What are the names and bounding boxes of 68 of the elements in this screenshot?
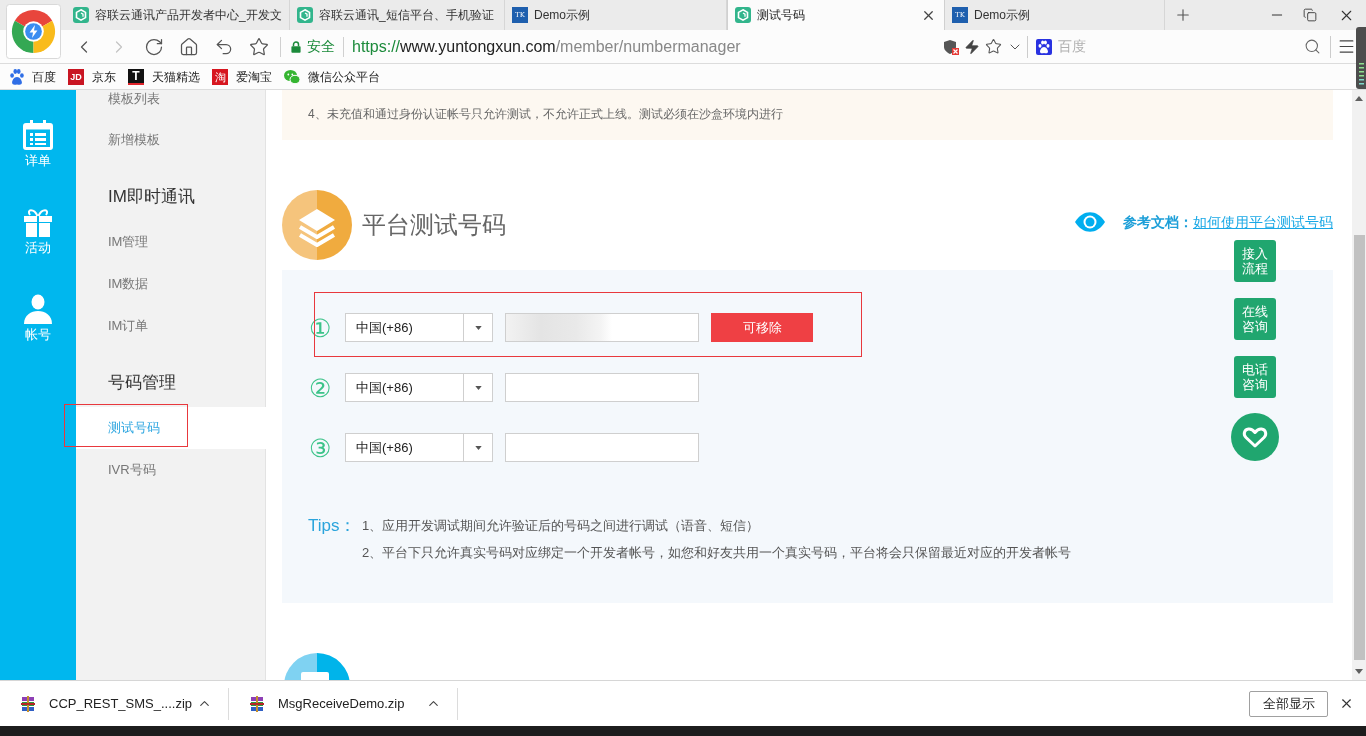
bookmark-link[interactable]: 微信公众平台	[308, 67, 380, 86]
archive-icon	[20, 695, 36, 712]
eye-icon	[1075, 212, 1105, 232]
bookmark-link[interactable]: 爱淘宝	[236, 67, 272, 86]
menu-item[interactable]: 模板列表	[76, 91, 265, 107]
show-all-button[interactable]: 全部显示	[1249, 690, 1328, 717]
scroll-down-icon[interactable]	[1355, 669, 1363, 674]
lock-icon	[291, 40, 301, 53]
close-icon[interactable]	[1339, 696, 1354, 711]
bookmark-link[interactable]: 百度	[32, 67, 56, 86]
menu-heading: 号码管理	[108, 373, 176, 392]
star-icon[interactable]	[985, 38, 1002, 55]
country-select[interactable]: 中国(+86)	[345, 433, 493, 462]
lightning-icon[interactable]	[964, 38, 980, 55]
search-field[interactable]: 百度	[1058, 36, 1304, 57]
hexagon-logo-icon	[735, 7, 751, 23]
file-name[interactable]: MsgReceiveDemo.zip	[278, 693, 405, 714]
scroll-up-icon[interactable]	[1355, 96, 1363, 101]
hexagon-logo-icon	[297, 7, 313, 23]
notice-text: 4、未充值和通过身份认证帐号只允许测试，不允许正式上线。测试必须在沙盒环境内进行	[308, 107, 783, 121]
chat-bubbles-icon	[284, 69, 300, 84]
caret-icon	[474, 325, 482, 330]
restore-icon[interactable]	[1302, 8, 1317, 22]
menu-item[interactable]: 新增模板	[76, 119, 265, 161]
doc-label: 参考文档：	[1123, 212, 1193, 232]
menu-item[interactable]: IM管理	[76, 221, 265, 263]
section-title: 平台测试号码	[362, 210, 506, 240]
search-icon[interactable]	[1304, 38, 1321, 55]
secure-label: 安全	[307, 37, 335, 56]
bookmark-logo: 淘	[212, 68, 228, 85]
menu-item[interactable]: IVR号码	[76, 449, 265, 491]
row-number: ②	[307, 374, 332, 401]
shield-icon[interactable]	[943, 38, 959, 55]
file-name[interactable]: CCP_REST_SMS_....zip	[49, 693, 193, 714]
menu-item[interactable]: IM订单	[76, 305, 265, 347]
paw-icon	[1036, 38, 1052, 55]
phone-input[interactable]	[505, 373, 699, 402]
caret-icon	[474, 385, 482, 390]
remove-button[interactable]: 可移除	[711, 313, 813, 342]
menu-heading: IM即时通讯	[108, 187, 195, 206]
archive-icon	[249, 695, 265, 712]
scrollbar[interactable]	[1352, 90, 1366, 680]
tip-text: 2、平台下只允许真实号码对应绑定一个开发者帐号，如您和好友共用一个真实号码，平台将会只保留最近对应的开发者帐号	[362, 544, 1072, 562]
menu-item[interactable]: IM数据	[76, 263, 265, 305]
bookmark-logo: T	[128, 68, 144, 85]
bookmark-link[interactable]: 京东	[92, 67, 116, 86]
scrollbar-thumb[interactable]	[1353, 235, 1365, 660]
url-field[interactable]: https://www.yuntongxun.com/member/numbermanager	[352, 34, 741, 59]
country-select[interactable]: 中国(+86)	[345, 373, 493, 402]
bookmark-link[interactable]: 天猫精选	[152, 67, 200, 86]
phone-input[interactable]	[505, 433, 699, 462]
bookmark-logo: JD	[68, 68, 84, 85]
reload-icon[interactable]	[143, 36, 164, 57]
home-icon[interactable]	[178, 36, 199, 57]
paw-icon	[10, 68, 24, 85]
caret-icon	[474, 445, 482, 450]
browser-tab[interactable]: 测试号码	[727, 0, 945, 30]
hexagon-logo-icon	[73, 7, 89, 23]
tip-text: 1、应用开发调试期间允许验证后的号码之间进行调试（语音、短信）	[362, 517, 761, 535]
side-meter-icon	[1356, 27, 1366, 89]
browser-logo-icon[interactable]	[5, 4, 61, 59]
star-icon[interactable]	[248, 36, 269, 57]
row-number: ③	[307, 434, 332, 461]
phone-input[interactable]	[505, 313, 699, 342]
layers-icon	[282, 190, 352, 260]
menu-icon[interactable]	[1337, 37, 1356, 56]
tips-label: Tips：	[308, 515, 358, 537]
country-select[interactable]: 中国(+86)	[345, 313, 493, 342]
